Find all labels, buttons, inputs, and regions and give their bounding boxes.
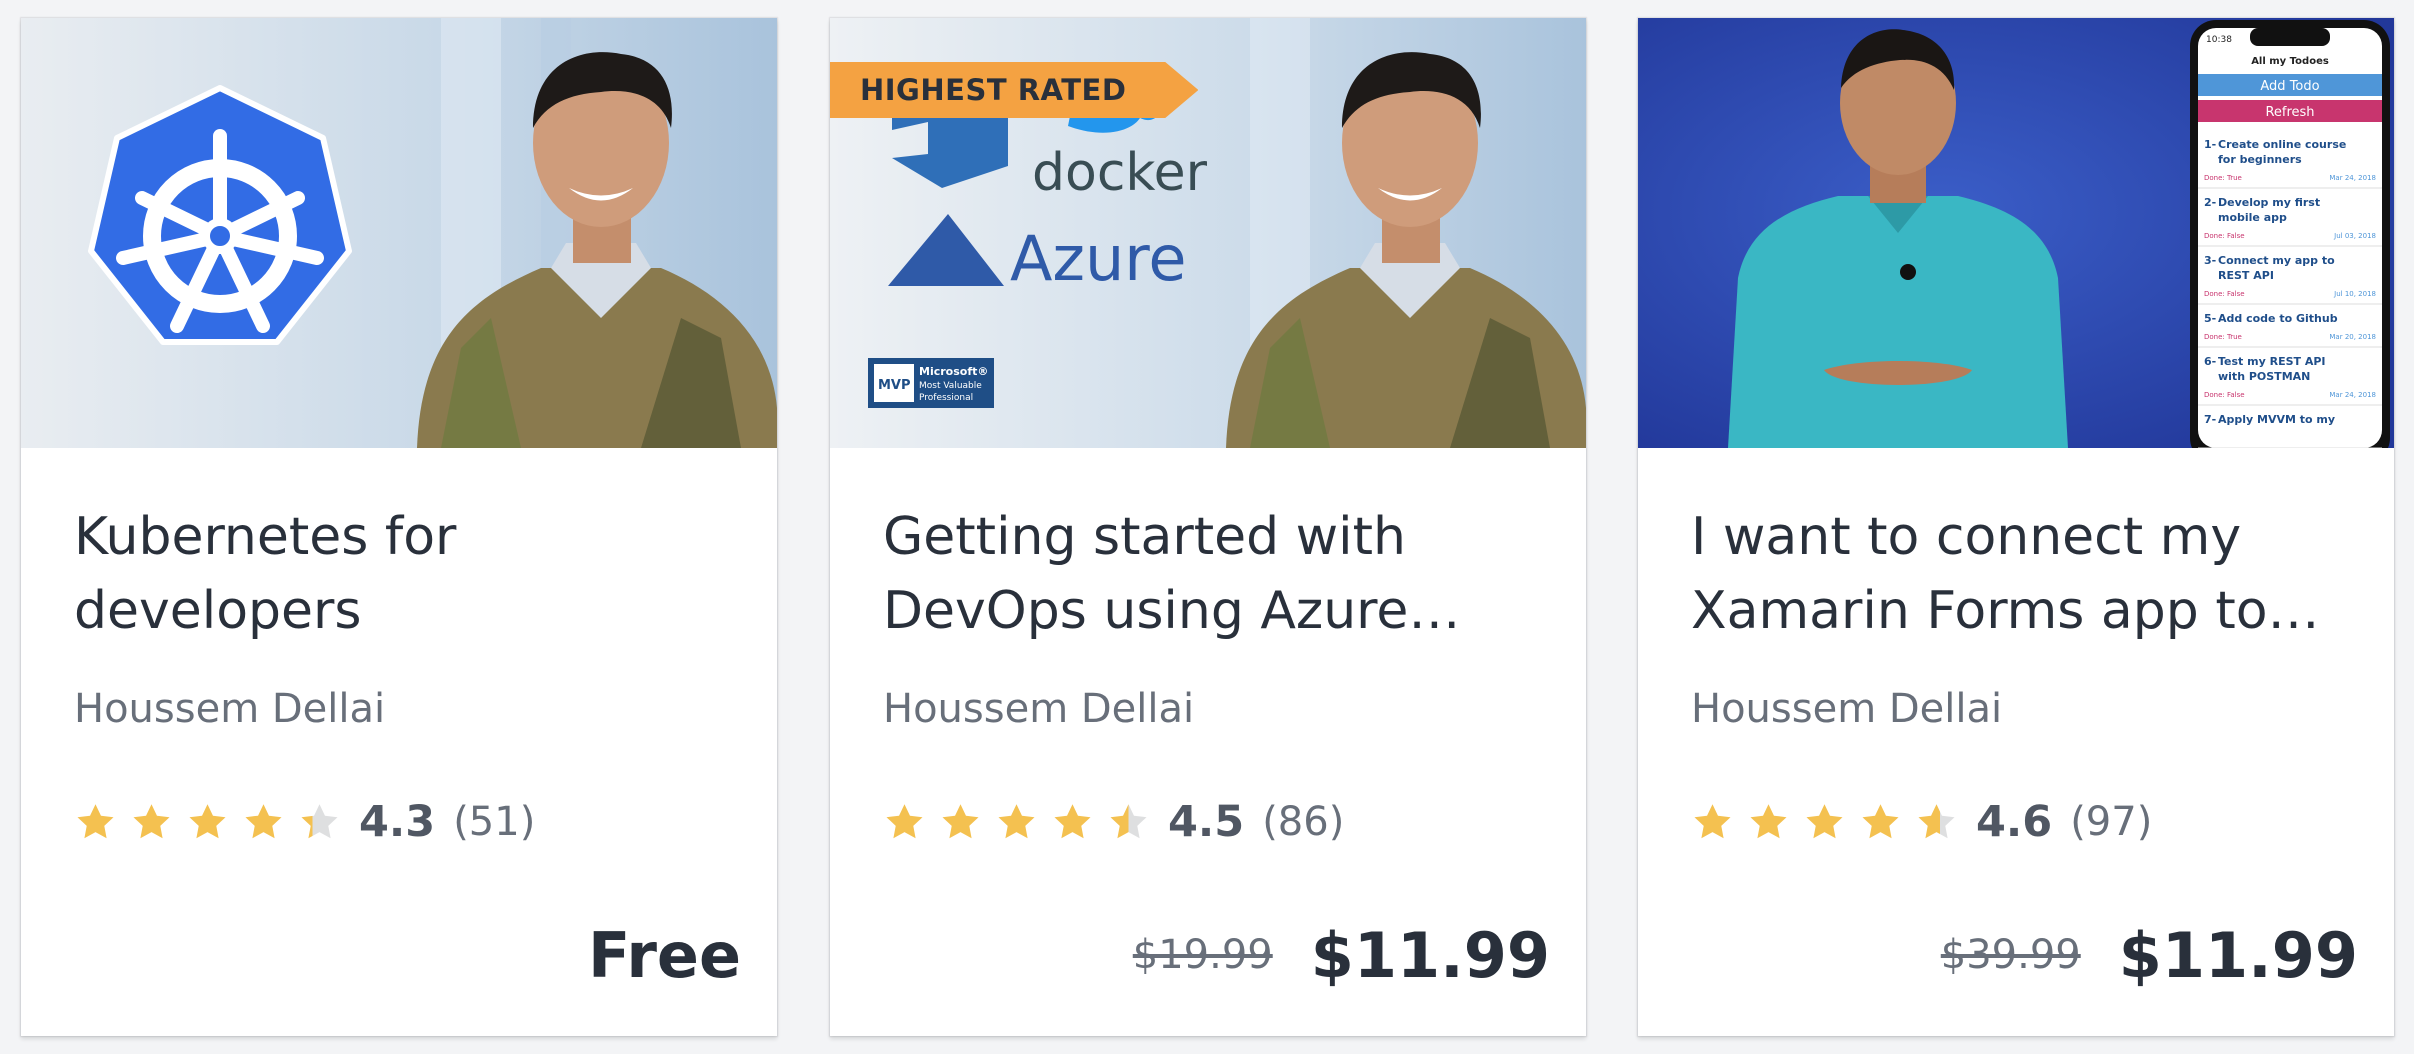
- svg-text:Mar 20, 2018: Mar 20, 2018: [2329, 333, 2376, 341]
- svg-text:Done: False: Done: False: [2204, 391, 2245, 399]
- star-icon: [301, 803, 338, 838]
- course-price: $19.99 $11.99: [1133, 918, 1550, 992]
- svg-text:Add Todo: Add Todo: [2260, 79, 2319, 94]
- svg-text:Most Valuable: Most Valuable: [919, 381, 982, 391]
- star-rating: [74, 801, 341, 844]
- phone-mockup: 10:38 All my Todoes Add Todo Refresh 1- C…: [2190, 20, 2390, 448]
- course-author: Houssem Dellai: [883, 686, 1195, 732]
- course-thumbnail[interactable]: [21, 18, 777, 448]
- review-count: (51): [453, 799, 536, 845]
- original-price: $39.99: [1940, 932, 2081, 978]
- svg-text:Done: True: Done: True: [2204, 333, 2242, 341]
- original-price: $19.99: [1132, 932, 1273, 978]
- svg-text:Test my REST API: Test my REST API: [2218, 355, 2326, 368]
- review-count: (86): [1262, 799, 1345, 845]
- star-icon: [1918, 803, 1955, 838]
- svg-text:Done: False: Done: False: [2204, 232, 2245, 240]
- svg-text:Develop my first: Develop my first: [2218, 196, 2320, 209]
- current-price: $11.99: [1310, 918, 1550, 992]
- star-icon: [1054, 803, 1091, 838]
- docker-wordmark: docker: [1032, 143, 1208, 203]
- star-icon: [1110, 803, 1147, 838]
- course-title[interactable]: Getting started with DevOps using Azure…: [883, 500, 1543, 648]
- review-count: (97): [2070, 799, 2153, 845]
- svg-text:REST API: REST API: [2218, 269, 2274, 282]
- star-icon: [942, 803, 979, 838]
- course-rating: 4.3 (51): [74, 794, 535, 850]
- course-card-devops-azure[interactable]: docker Azure MVP Microsoft® Most Valuabl…: [830, 18, 1586, 1036]
- svg-text:All my Todoes: All my Todoes: [2251, 56, 2329, 67]
- star-rating: [883, 801, 1150, 844]
- star-icon: [133, 803, 170, 838]
- svg-text:Done: False: Done: False: [2204, 290, 2245, 298]
- svg-text:Mar 24, 2018: Mar 24, 2018: [2329, 174, 2376, 182]
- course-author: Houssem Dellai: [74, 686, 386, 732]
- course-thumbnail[interactable]: 10:38 All my Todoes Add Todo Refresh 1- C…: [1638, 18, 2394, 448]
- course-card-xamarin[interactable]: 10:38 All my Todoes Add Todo Refresh 1- C…: [1638, 18, 2394, 1036]
- svg-text:Professional: Professional: [919, 393, 973, 403]
- course-title[interactable]: Kubernetes for developers: [74, 500, 734, 648]
- course-author: Houssem Dellai: [1691, 686, 2003, 732]
- course-price: $39.99 $11.99: [1941, 918, 2358, 992]
- rating-score: 4.3: [359, 797, 436, 847]
- svg-text:Refresh: Refresh: [2265, 105, 2314, 120]
- rating-score: 4.5: [1168, 797, 1245, 847]
- svg-text:3-: 3-: [2204, 254, 2216, 267]
- svg-text:Mar 24, 2018: Mar 24, 2018: [2329, 391, 2376, 399]
- svg-text:Create online course: Create online course: [2218, 138, 2346, 151]
- svg-text:with POSTMAN: with POSTMAN: [2218, 370, 2310, 383]
- svg-text:Apply MVVM to my: Apply MVVM to my: [2218, 413, 2335, 426]
- star-icon: [1750, 803, 1787, 838]
- microsoft-mvp-badge: MVP Microsoft® Most Valuable Professiona…: [868, 358, 994, 408]
- svg-text:Add code to Github: Add code to Github: [2218, 312, 2338, 325]
- current-price: $11.99: [2118, 918, 2358, 992]
- course-thumbnail[interactable]: docker Azure MVP Microsoft® Most Valuabl…: [830, 18, 1586, 448]
- azure-wordmark: Azure: [1010, 222, 1187, 295]
- star-icon: [1862, 803, 1899, 838]
- highest-rated-badge: HIGHEST RATED: [830, 62, 1199, 118]
- star-icon: [998, 803, 1035, 838]
- svg-text:10:38: 10:38: [2206, 35, 2232, 45]
- svg-text:6-: 6-: [2204, 355, 2216, 368]
- svg-text:Jul 03, 2018: Jul 03, 2018: [2333, 232, 2376, 240]
- course-rating: 4.5 (86): [883, 794, 1344, 850]
- svg-text:7-: 7-: [2204, 413, 2216, 426]
- svg-text:Connect my app to: Connect my app to: [2218, 254, 2335, 267]
- svg-text:mobile app: mobile app: [2218, 211, 2287, 224]
- star-icon: [886, 803, 923, 838]
- course-card-kubernetes[interactable]: Kubernetes for developers Houssem Dellai…: [21, 18, 777, 1036]
- svg-text:for beginners: for beginners: [2218, 153, 2302, 166]
- svg-text:2-: 2-: [2204, 196, 2216, 209]
- star-rating: [1691, 801, 1958, 844]
- star-icon: [1694, 803, 1731, 838]
- svg-text:MVP: MVP: [878, 378, 911, 393]
- svg-text:5-: 5-: [2204, 312, 2216, 325]
- svg-text:Microsoft®: Microsoft®: [919, 365, 988, 378]
- course-title[interactable]: I want to connect my Xamarin Forms app t…: [1691, 500, 2351, 648]
- star-icon: [245, 803, 282, 838]
- course-rating: 4.6 (97): [1691, 794, 2152, 850]
- star-icon: [189, 803, 226, 838]
- svg-text:Done: True: Done: True: [2204, 174, 2242, 182]
- current-price: Free: [587, 918, 741, 992]
- star-icon: [77, 803, 114, 838]
- rating-score: 4.6: [1976, 797, 2053, 847]
- star-icon: [1806, 803, 1843, 838]
- svg-text:Jul 10, 2018: Jul 10, 2018: [2333, 290, 2376, 298]
- course-price: Free: [588, 918, 741, 992]
- svg-text:1-: 1-: [2204, 138, 2216, 151]
